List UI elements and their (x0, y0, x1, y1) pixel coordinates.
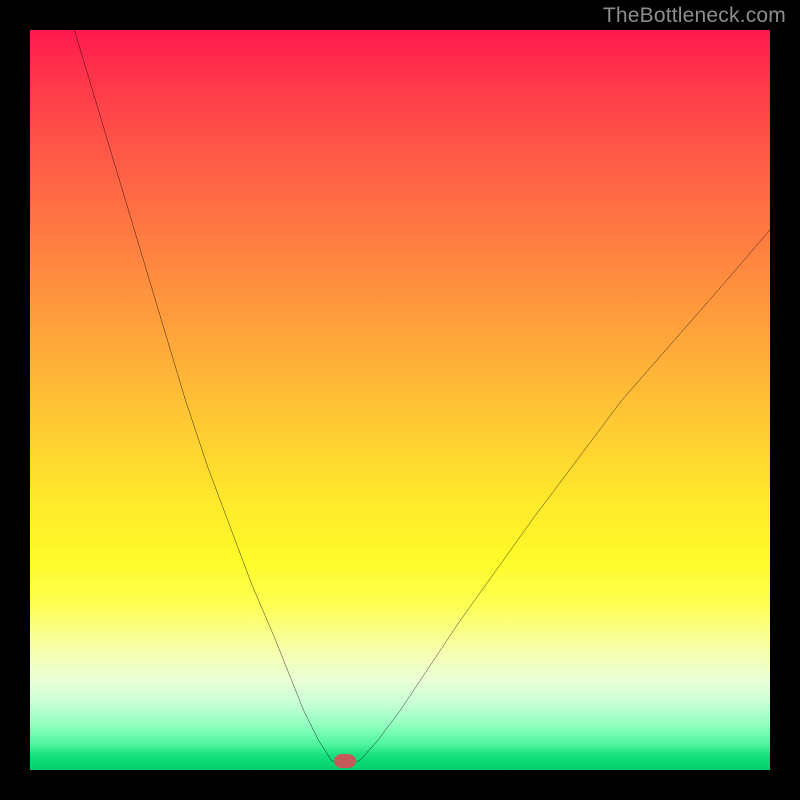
bottleneck-curve (30, 30, 770, 770)
plot-area (30, 30, 770, 770)
watermark-text: TheBottleneck.com (603, 4, 786, 28)
optimal-point-marker (334, 754, 356, 768)
chart-frame: TheBottleneck.com (0, 0, 800, 800)
